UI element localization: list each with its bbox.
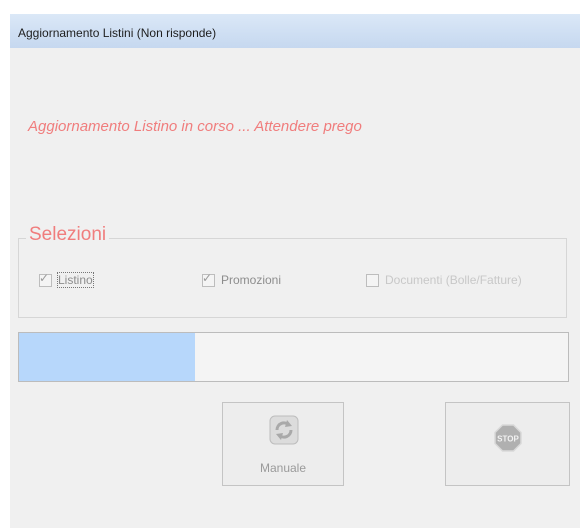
- checkbox-promozioni[interactable]: ✓ Promozioni: [202, 270, 282, 288]
- checkbox-listino[interactable]: ✓ Listino: [39, 270, 94, 288]
- selections-legend: Selezioni: [26, 224, 110, 246]
- checkmark-icon: ✓: [202, 270, 213, 285]
- window-title: Aggiornamento Listini (Non risponde): [18, 26, 217, 40]
- status-message: Aggiornamento Listino in corso ... Atten…: [28, 118, 362, 135]
- checkbox-box[interactable]: ✓: [39, 270, 52, 287]
- checkmark-icon: ✓: [39, 270, 50, 285]
- checkbox-label-promozioni: Promozioni: [221, 273, 282, 287]
- checkbox-label-documenti: Documenti (Bolle/Fatture): [385, 273, 522, 287]
- checkbox-documenti[interactable]: Documenti (Bolle/Fatture): [366, 272, 522, 288]
- progress-fill: [19, 333, 195, 381]
- checkbox-box[interactable]: ✓: [202, 270, 215, 287]
- manuale-button[interactable]: Manuale: [222, 402, 344, 486]
- stop-button[interactable]: STOP: [445, 402, 570, 486]
- manuale-button-label: Manuale: [259, 461, 307, 475]
- checkbox-box[interactable]: [366, 273, 379, 287]
- checkbox-label-listino: Listino: [57, 272, 94, 288]
- refresh-icon: [269, 415, 299, 445]
- stop-icon-text: STOP: [497, 435, 519, 444]
- title-bar[interactable]: Aggiornamento Listini (Non risponde): [10, 14, 580, 48]
- progress-bar: [18, 332, 569, 382]
- stop-icon: STOP: [494, 424, 522, 452]
